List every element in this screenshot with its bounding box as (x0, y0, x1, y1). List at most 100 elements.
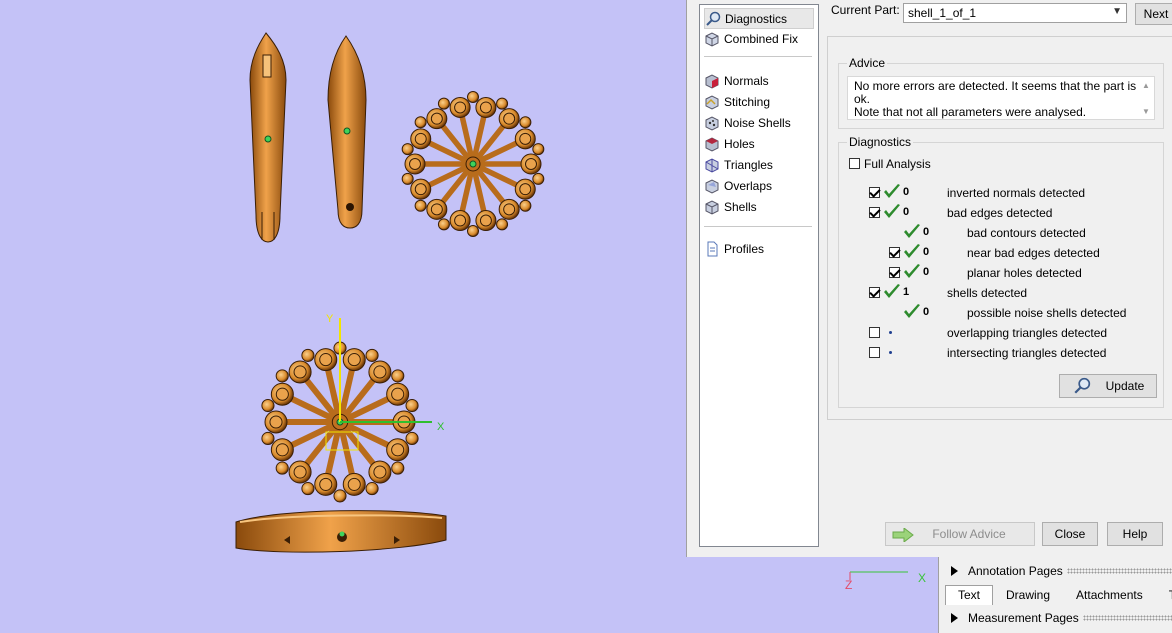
bead-center (275, 387, 289, 401)
document-icon (707, 241, 718, 256)
diagnostics-title: Diagnostics (847, 135, 914, 149)
expand-arrow-icon (951, 613, 958, 623)
outer-bead (275, 369, 289, 383)
nav-diagnostics[interactable]: Diagnostics (704, 8, 814, 29)
flower-top-view (401, 91, 545, 237)
row-label: overlapping triangles detected (947, 326, 1108, 340)
outer-bead (391, 461, 405, 475)
tab-drawing[interactable]: Drawing (993, 585, 1063, 605)
noise-shells-icon (705, 115, 719, 131)
row-checkbox[interactable] (869, 207, 880, 218)
repair-nav: Diagnostics Combined Fix Normals Stitchi… (699, 4, 819, 547)
nav-noise-shells[interactable]: Noise Shells (704, 113, 812, 132)
ring-shank-front-view (249, 32, 287, 243)
current-part-select[interactable]: shell_1_of_1 ▼ (903, 3, 1127, 23)
row-label: shells detected (947, 286, 1028, 300)
outer-bead (467, 225, 479, 237)
bead-center (479, 101, 492, 114)
nav-triangles[interactable]: Triangles (704, 155, 812, 174)
full-analysis-checkbox[interactable] (849, 158, 860, 169)
chevron-down-icon: ▼ (1112, 6, 1122, 17)
close-button[interactable]: Close (1042, 522, 1098, 546)
outer-bead (275, 461, 289, 475)
update-button[interactable]: Update (1059, 374, 1157, 398)
bead-center (409, 158, 421, 170)
ring-shank-side-view (327, 35, 367, 229)
nav-normals[interactable]: Normals (704, 71, 812, 90)
help-button[interactable]: Help (1107, 522, 1163, 546)
outer-bead (405, 431, 419, 445)
expand-arrow-icon (951, 566, 958, 576)
outer-bead (391, 369, 405, 383)
arrow-right-icon (892, 528, 914, 542)
magnifier-icon (706, 11, 721, 26)
tab-attachments[interactable]: Attachments (1063, 585, 1156, 605)
measurement-pages-header[interactable]: Measurement Pages (939, 608, 1172, 628)
bead-center (269, 415, 283, 429)
nav-holes[interactable]: Holes (704, 134, 812, 153)
next-button[interactable]: Next (1135, 3, 1172, 25)
row-label: inverted normals detected (947, 186, 1086, 200)
nav-separator (704, 56, 812, 57)
nav-shells[interactable]: Shells (704, 197, 812, 216)
pivot-marker (469, 160, 477, 168)
view-triad: Z X (845, 571, 926, 592)
nav-label: Profiles (724, 241, 765, 256)
nav-label: Normals (724, 73, 769, 88)
row-checkbox[interactable] (869, 347, 880, 358)
tab-text[interactable]: Text (945, 585, 994, 605)
bead-center (479, 214, 492, 227)
current-part-value: shell_1_of_1 (908, 6, 977, 20)
nav-overlaps[interactable]: Overlaps (704, 176, 812, 195)
z-axis-label: Z (845, 578, 852, 592)
advice-scrollbar[interactable]: ▲ ▼ (1140, 79, 1152, 119)
model-scene: Y X (235, 32, 545, 553)
nav-stitching[interactable]: Stitching (704, 92, 812, 111)
bead-center (503, 203, 516, 216)
outer-bead (365, 348, 379, 362)
x-axis-label-triad: X (918, 571, 926, 585)
row-label: possible noise shells detected (967, 306, 1127, 320)
row-count: 0 (903, 206, 910, 218)
advice-title: Advice (847, 56, 888, 70)
nav-profiles[interactable]: Profiles (704, 239, 812, 258)
magnifier-icon (1074, 377, 1090, 394)
outer-bead (496, 97, 509, 110)
nav-label: Shells (724, 199, 757, 214)
checkmark-icon (884, 204, 900, 218)
cube-icon (705, 31, 719, 47)
row-checkbox[interactable] (889, 267, 900, 278)
x-axis-label: X (437, 421, 445, 433)
shells-icon (705, 199, 719, 215)
pending-dot-icon (889, 331, 892, 334)
3d-viewport[interactable]: Y X (0, 0, 686, 633)
ring-band-front (235, 510, 447, 553)
row-label: planar holes detected (967, 266, 1082, 280)
row-checkbox[interactable] (869, 187, 880, 198)
outer-bead (519, 199, 532, 212)
bead-center (503, 112, 516, 125)
row-checkbox[interactable] (869, 327, 880, 338)
pending-dot-icon (889, 351, 892, 354)
bead-center (347, 353, 361, 367)
next-button-label: Next (1143, 7, 1169, 21)
y-axis-label: Y (326, 313, 334, 325)
bead-center (430, 112, 443, 125)
row-checkbox[interactable] (889, 247, 900, 258)
checkmark-icon (904, 224, 920, 238)
follow-advice-button[interactable]: Follow Advice (885, 522, 1035, 546)
bead-center (414, 183, 427, 196)
bead-center (430, 203, 443, 216)
annotation-tabs: Text Drawing Attachments Te (945, 585, 1172, 605)
tab-te[interactable]: Te (1156, 585, 1172, 605)
bead-center (454, 101, 467, 114)
annotation-pages-header[interactable]: Annotation Pages (939, 561, 1172, 581)
advice-line-2: Note that not all parameters were analys… (854, 105, 1087, 119)
checkmark-icon (884, 284, 900, 298)
triangles-icon (705, 157, 719, 173)
outer-bead (414, 199, 427, 212)
nav-label: Diagnostics (725, 11, 788, 26)
row-checkbox[interactable] (869, 287, 880, 298)
nav-combined-fix[interactable]: Combined Fix (704, 29, 812, 48)
measurement-pages-label: Measurement Pages (968, 611, 1079, 625)
